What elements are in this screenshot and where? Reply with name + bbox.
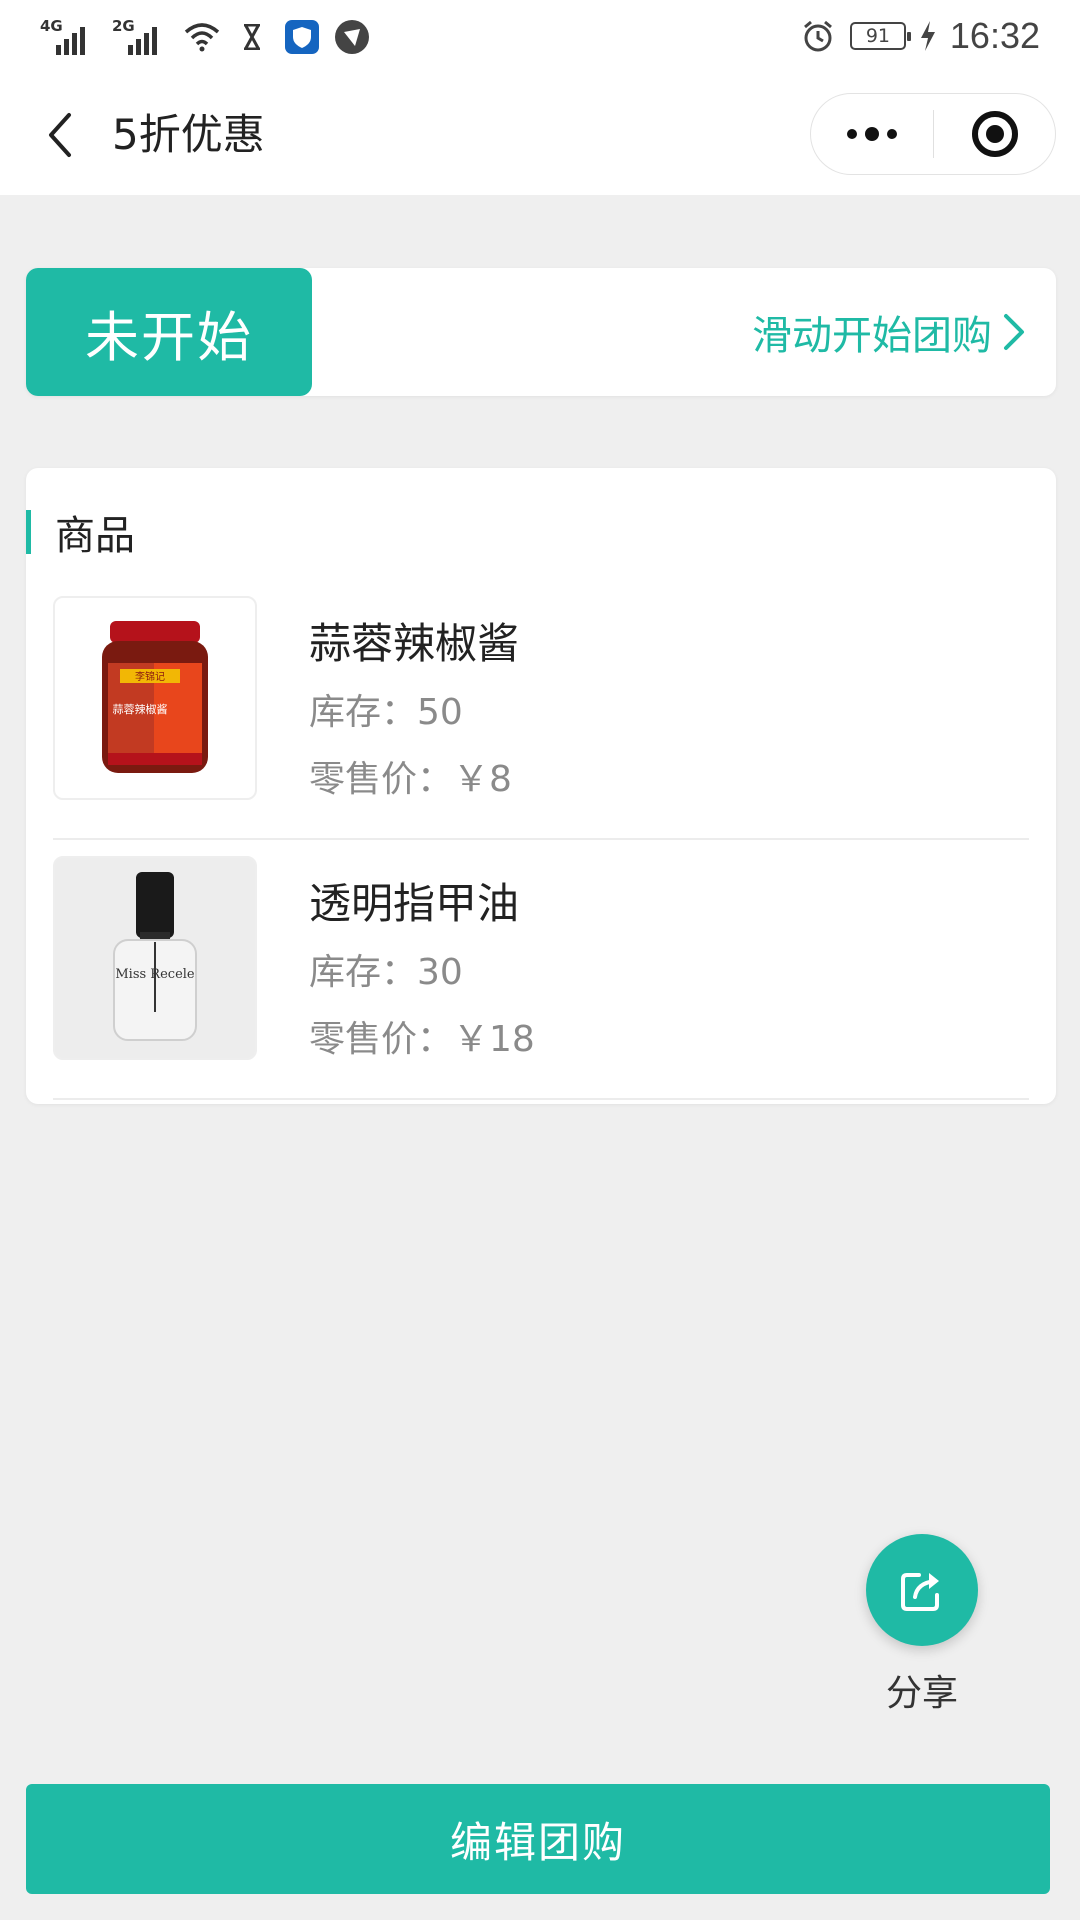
- status-bar-right: 91 16:32: [800, 12, 1040, 60]
- section-header: 商品: [26, 504, 135, 560]
- status-bar-left: 4G 2G: [40, 14, 370, 60]
- status-bar: 4G 2G 91 16:32: [0, 0, 1080, 75]
- section-accent-bar: [26, 510, 31, 554]
- product-name: 蒜蓉辣椒酱: [309, 619, 520, 668]
- section-title: 商品: [55, 513, 135, 559]
- product-price: 零售价：￥8: [309, 759, 512, 800]
- product-stock: 库存：30: [309, 952, 463, 993]
- product-item[interactable]: 李锦记 蒜蓉辣椒酱 蒜蓉辣椒酱 库存：50 零售价：￥8: [53, 580, 1029, 840]
- hourglass-icon: [234, 19, 270, 55]
- page-title: 5折优惠: [112, 110, 265, 159]
- back-button[interactable]: [30, 103, 90, 167]
- charging-icon: [920, 18, 936, 54]
- status-label[interactable]: 未开始: [26, 268, 312, 396]
- slide-hint[interactable]: 滑动开始团购: [752, 268, 1026, 396]
- product-image-chili-sauce[interactable]: 李锦记 蒜蓉辣椒酱: [53, 596, 257, 800]
- signal-icon: 2G: [112, 17, 170, 57]
- share-icon: [901, 1573, 939, 1611]
- product-image-caption: 蒜蓉辣椒酱: [113, 702, 168, 716]
- alarm-icon: [800, 18, 836, 54]
- close-button[interactable]: [934, 94, 1056, 174]
- mini-program-capsule: [810, 93, 1056, 175]
- share-button[interactable]: [866, 1534, 978, 1646]
- chevron-right-icon: [1004, 314, 1024, 350]
- product-image-nail-polish[interactable]: Miss Recele: [53, 856, 257, 1060]
- product-image-brand: 李锦记: [135, 670, 165, 683]
- chevron-left-icon: [49, 113, 71, 157]
- nav-bar: 5折优惠: [0, 75, 1080, 195]
- more-dots-icon: [847, 129, 857, 139]
- slide-to-start-card[interactable]: 未开始 滑动开始团购: [26, 268, 1056, 396]
- product-stock: 库存：50: [309, 692, 463, 733]
- battery-level: 91: [865, 25, 890, 47]
- product-item[interactable]: Miss Recele 透明指甲油 库存：30 零售价：￥18: [53, 840, 1029, 1100]
- app-icon: [334, 19, 370, 55]
- product-image-brand: Miss Recele: [115, 967, 195, 982]
- more-button[interactable]: [811, 94, 933, 174]
- share-label[interactable]: 分享: [866, 1664, 978, 1716]
- shield-app-icon: [284, 19, 320, 55]
- signal-icon: 4G: [40, 17, 98, 57]
- product-name: 透明指甲油: [309, 879, 520, 928]
- target-circle-icon: [972, 111, 1018, 157]
- products-card: 商品 李锦记 蒜蓉辣椒酱 蒜蓉辣椒酱 库存：50 零售价：￥8 Miss Rec…: [26, 468, 1056, 1104]
- wifi-icon: [184, 19, 220, 55]
- clock: 16:32: [949, 15, 1040, 56]
- product-price: 零售价：￥18: [309, 1019, 535, 1060]
- edit-group-buy-button[interactable]: 编辑团购: [26, 1784, 1050, 1894]
- slide-hint-text: 滑动开始团购: [752, 313, 992, 359]
- battery-icon: 91: [849, 22, 911, 50]
